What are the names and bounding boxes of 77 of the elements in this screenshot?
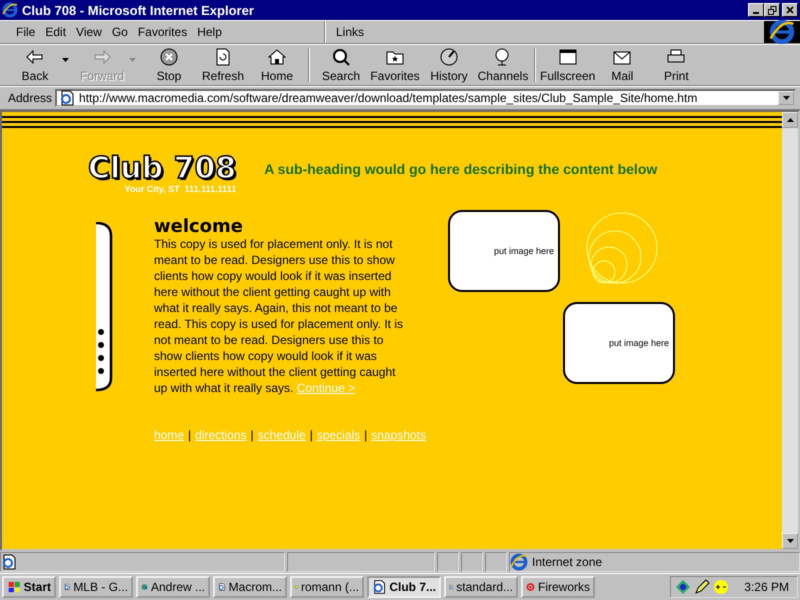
placeholder-caption: put image here xyxy=(494,246,554,256)
ie-icon xyxy=(510,553,528,571)
address-label: Address xyxy=(8,91,52,105)
taskbar-button[interactable]: standard... xyxy=(444,576,518,598)
refresh-icon xyxy=(215,48,231,66)
folder-icon xyxy=(386,48,404,64)
dropdown-button[interactable] xyxy=(778,91,794,105)
taskbar-button[interactable]: Club 7... xyxy=(367,576,441,598)
separator: | xyxy=(364,428,368,442)
tagline: Your City, ST 111.111.1111 xyxy=(124,184,236,194)
menu-item[interactable]: Edit xyxy=(41,25,70,39)
search-icon xyxy=(332,48,350,66)
separator: | xyxy=(250,428,254,442)
mail-icon xyxy=(613,48,632,64)
toolbar-button[interactable]: Favorites xyxy=(368,48,422,82)
taskbar-button[interactable]: Macrom... xyxy=(213,576,287,598)
page-icon xyxy=(1,554,17,570)
clock: 3:26 PM xyxy=(744,580,789,594)
menu-item[interactable]: View xyxy=(72,25,106,39)
dropdown-arrow-icon[interactable] xyxy=(62,58,69,62)
address-field[interactable]: http://www.macromedia.com/software/dreamweaver/download/templates/sample_sites/Club_Sample_Site/home.htm xyxy=(55,89,796,107)
restore-icon xyxy=(768,6,776,14)
page-icon xyxy=(372,579,386,595)
window-title: Club 708 - Microsoft Internet Explorer xyxy=(22,2,255,18)
home-icon xyxy=(268,48,286,66)
start-button[interactable]: Start xyxy=(2,576,56,598)
toolbar-button[interactable]: Print xyxy=(649,48,704,82)
welcome-heading: welcome xyxy=(154,218,244,236)
taskbar-button[interactable]: Fireworks xyxy=(521,576,595,598)
toolbar-button[interactable]: Refresh xyxy=(196,48,250,82)
toolbar-button[interactable]: Channels xyxy=(476,48,530,82)
sub-heading: A sub-heading would go here describing the content below xyxy=(264,161,658,177)
toolbar-button[interactable]: Mail xyxy=(595,48,650,82)
caret-icon xyxy=(782,96,790,100)
network-icon xyxy=(675,579,692,595)
toolbar-button[interactable]: History xyxy=(422,48,476,82)
body-paragraph: This copy is used for placement only. It is not meant to be read. Designers use this to show clients how copy would look if it was inserted here without the client getting caught up with what it really says. Again, this not meant to be read. This copy is used for placement only. It is not meant to be read. Designers use this to show clients how copy would look if it was inserted here without the client getting caught up with what it really says. Continue > xyxy=(154,236,404,396)
status-pane xyxy=(437,552,459,572)
left-arrow-icon xyxy=(26,50,44,64)
scroll-down-button[interactable] xyxy=(782,533,798,549)
up-arrow-icon xyxy=(786,118,794,122)
printer-icon xyxy=(667,48,686,64)
taskbar-button[interactable]: Andrew ... xyxy=(136,576,210,598)
toolbar-button[interactable]: Stop xyxy=(142,48,196,82)
ie-icon xyxy=(769,19,795,45)
close-button[interactable] xyxy=(782,3,798,17)
right-arrow-icon xyxy=(93,50,111,64)
window-icon xyxy=(558,48,577,64)
status-pane xyxy=(485,552,507,572)
menu-item[interactable]: Go xyxy=(108,25,132,39)
windows-logo-icon xyxy=(7,580,21,594)
taskbar-button[interactable]: romann (... xyxy=(290,576,364,598)
pencil-icon xyxy=(694,579,710,595)
status-pane xyxy=(461,552,483,572)
menu-item[interactable]: Favorites xyxy=(134,25,192,39)
ie-icon xyxy=(2,2,18,18)
toolbar-button[interactable]: Fullscreen xyxy=(540,48,596,82)
plus-minus-icon xyxy=(713,579,730,595)
placeholder-caption: put image here xyxy=(608,338,669,348)
toolbar-button[interactable]: Search xyxy=(314,48,368,82)
toolbar-button[interactable]: Home xyxy=(250,48,304,82)
separator: | xyxy=(310,428,313,442)
scrollbar[interactable] xyxy=(782,112,798,549)
page-icon xyxy=(59,90,76,106)
toolbar-button[interactable]: Back xyxy=(8,48,62,82)
taskbar-button[interactable]: MLB - G... xyxy=(59,576,133,598)
links-label[interactable]: Links xyxy=(336,25,364,39)
menu-item[interactable]: File xyxy=(12,25,40,39)
stop-icon xyxy=(160,48,178,66)
close-icon xyxy=(786,6,794,14)
scroll-up-button[interactable] xyxy=(782,112,798,128)
separator: | xyxy=(188,428,192,442)
restore-button[interactable] xyxy=(764,3,780,17)
down-arrow-icon xyxy=(786,539,794,543)
minimize-button[interactable] xyxy=(748,3,764,17)
zone-label: Internet zone xyxy=(532,555,602,569)
menu-item[interactable]: Help xyxy=(193,25,226,39)
